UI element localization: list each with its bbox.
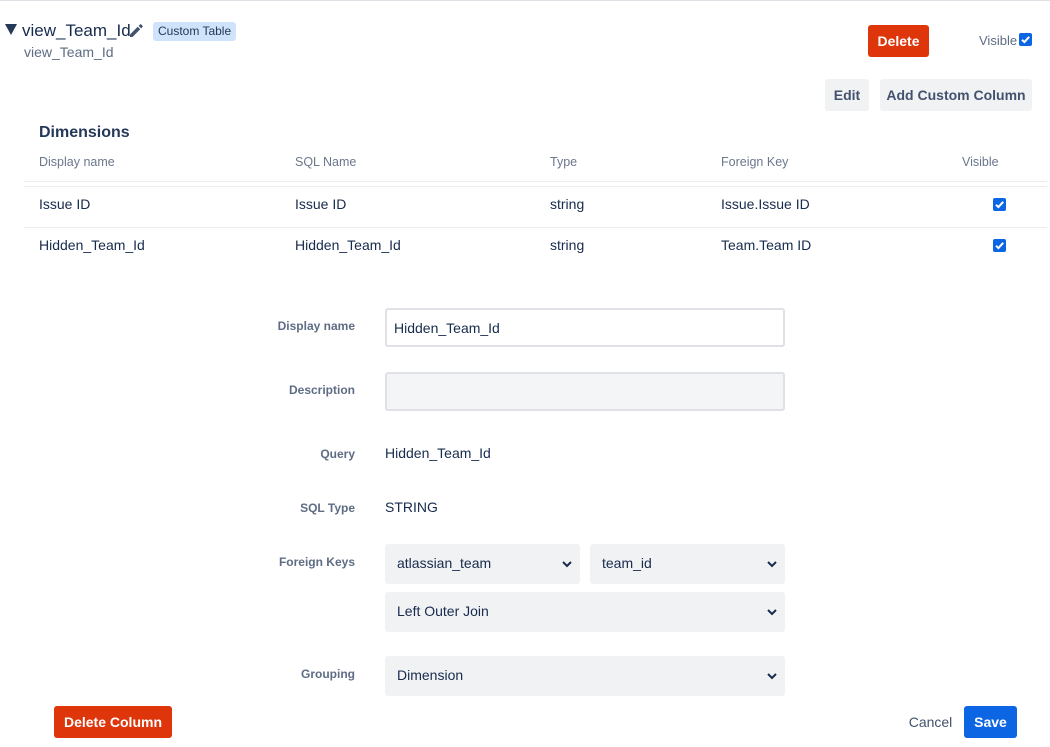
grouping-value: Dimension [397, 667, 464, 683]
header-divider [24, 181, 1047, 182]
description-label: Description [288, 383, 355, 397]
cell-type: string [550, 237, 585, 253]
column-header-visible: Visible [962, 155, 999, 169]
column-header-foreign-key: Foreign Key [721, 155, 789, 169]
fk-table-value: atlassian_team [397, 555, 492, 571]
sql-type-label: SQL Type [300, 501, 355, 515]
query-label: Query [320, 447, 355, 461]
display-name-label: Display name [277, 319, 355, 333]
grouping-select[interactable]: Dimension [385, 656, 785, 696]
table-title: view_Team_Id [22, 21, 131, 40]
cell-sql-name: Issue ID [295, 196, 347, 212]
chevron-down-icon [767, 673, 777, 680]
collapse-triangle-icon[interactable] [5, 24, 17, 35]
description-input[interactable] [385, 372, 785, 411]
cell-display-name: Issue ID [39, 196, 91, 212]
row-visible-checkbox[interactable] [993, 198, 1006, 211]
edit-button[interactable]: Edit [825, 79, 869, 111]
row-visible-checkbox[interactable] [993, 239, 1006, 252]
fk-join-select[interactable]: Left Outer Join [385, 592, 785, 632]
visible-label: Visible [979, 33, 1018, 48]
cell-foreign-key: Team.Team ID [721, 237, 812, 253]
chevron-down-icon [767, 561, 777, 568]
pencil-icon[interactable] [127, 22, 145, 40]
cell-display-name: Hidden_Team_Id [39, 237, 145, 253]
fk-table-select[interactable]: atlassian_team [385, 544, 580, 584]
add-custom-column-button[interactable]: Add Custom Column [880, 79, 1032, 111]
visible-checkbox[interactable] [1019, 33, 1032, 46]
cell-type: string [550, 196, 585, 212]
fk-column-value: team_id [602, 555, 652, 571]
header-divider [24, 186, 1047, 187]
query-value: Hidden_Team_Id [385, 445, 491, 461]
fk-column-select[interactable]: team_id [590, 544, 785, 584]
foreign-keys-label: Foreign Keys [278, 555, 355, 569]
cancel-button[interactable]: Cancel [903, 706, 958, 738]
dimensions-heading: Dimensions [39, 124, 130, 141]
table-subtitle: view_Team_Id [24, 44, 114, 60]
cell-foreign-key: Issue.Issue ID [721, 196, 810, 212]
chevron-down-icon [767, 609, 777, 616]
column-header-sql-name: SQL Name [295, 155, 357, 169]
chevron-down-icon [562, 561, 572, 568]
row-divider [24, 227, 1047, 228]
delete-button[interactable]: Delete [868, 25, 929, 57]
cell-sql-name: Hidden_Team_Id [295, 237, 401, 253]
custom-table-badge: Custom Table [153, 22, 237, 41]
save-button[interactable]: Save [964, 706, 1017, 738]
display-name-input[interactable] [385, 308, 785, 347]
grouping-label: Grouping [301, 667, 355, 681]
column-header-type: Type [550, 155, 578, 169]
delete-column-button[interactable]: Delete Column [54, 706, 172, 738]
fk-join-value: Left Outer Join [397, 603, 489, 619]
column-header-display-name: Display name [39, 155, 115, 169]
sql-type-value: STRING [385, 499, 438, 515]
top-divider [0, 0, 1050, 1]
